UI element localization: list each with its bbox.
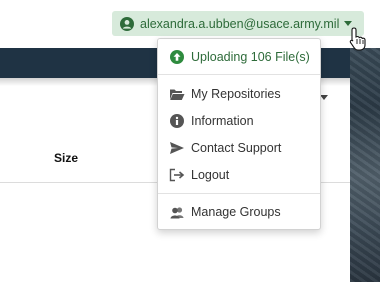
upload-circle-icon — [168, 49, 186, 65]
menu-item-manage-groups[interactable]: Manage Groups — [158, 200, 320, 224]
menu-item-my-repositories[interactable]: My Repositories — [158, 82, 320, 106]
user-email: alexandra.a.ubben@usace.army.mil — [140, 16, 340, 31]
menu-item-logout[interactable]: Logout — [158, 163, 320, 187]
user-menu-toggle[interactable]: alexandra.a.ubben@usace.army.mil — [112, 11, 364, 36]
background-photo — [350, 48, 380, 282]
column-dropdown-caret-icon[interactable] — [320, 95, 328, 100]
mouse-pointer-icon — [349, 27, 366, 51]
send-icon — [168, 140, 186, 156]
users-icon — [168, 204, 186, 220]
user-dropdown-menu: Uploading 106 File(s) My Repositories In… — [157, 38, 321, 230]
menu-divider — [158, 74, 320, 75]
folder-open-icon — [168, 86, 186, 102]
menu-item-label: My Repositories — [191, 87, 281, 101]
user-circle-icon — [120, 16, 134, 31]
menu-item-label: Manage Groups — [191, 205, 281, 219]
size-column-header[interactable]: Size — [54, 151, 78, 165]
sign-out-icon — [168, 167, 186, 183]
menu-divider — [158, 193, 320, 194]
menu-item-label: Contact Support — [191, 141, 282, 155]
menu-item-contact-support[interactable]: Contact Support — [158, 136, 320, 160]
menu-item-information[interactable]: Information — [158, 109, 320, 133]
menu-item-label: Logout — [191, 168, 230, 182]
info-circle-icon — [168, 113, 186, 129]
menu-item-label: Information — [191, 114, 254, 128]
menu-item-uploading[interactable]: Uploading 106 File(s) — [158, 45, 320, 69]
menu-item-label: Uploading 106 File(s) — [191, 50, 310, 64]
